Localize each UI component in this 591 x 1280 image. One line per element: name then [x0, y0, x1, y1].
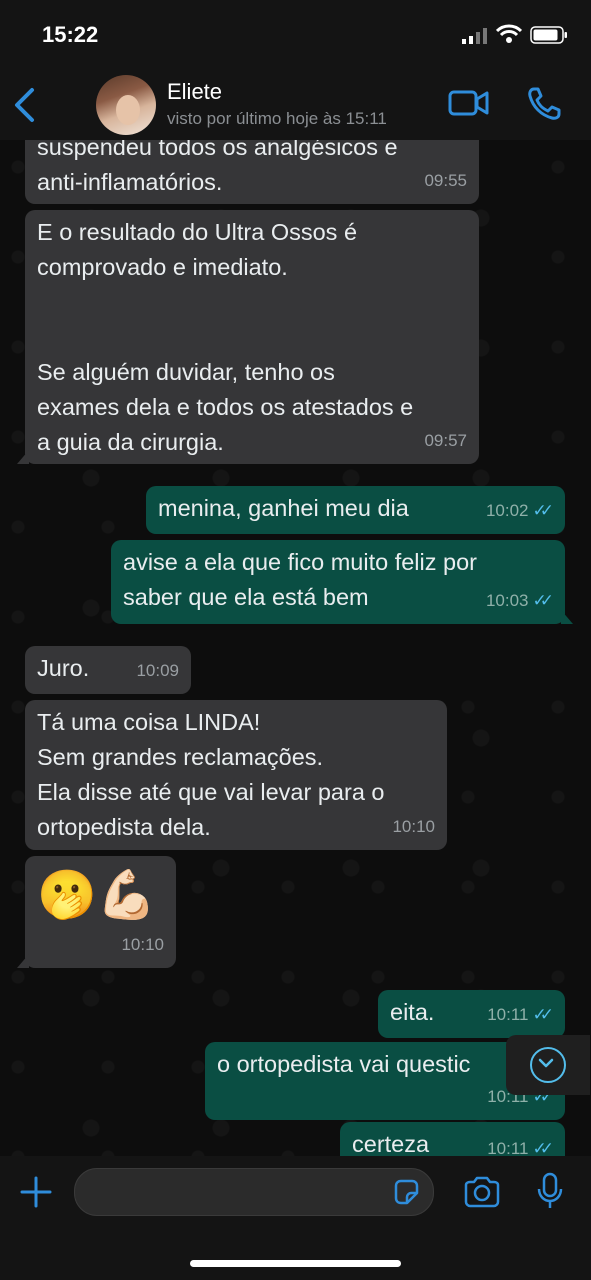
message-input[interactable] — [74, 1168, 434, 1216]
chevron-left-icon[interactable] — [12, 87, 36, 123]
message-emoji: 🫢💪🏻 — [37, 869, 157, 922]
message-input-bar — [0, 1156, 591, 1280]
double-check-icon: ✓✓ — [532, 1139, 554, 1156]
message-time: 10:10 — [121, 935, 164, 954]
message-bubble-outgoing[interactable]: certeza 10:11 ✓✓ — [340, 1122, 565, 1156]
cellular-signal-icon — [462, 28, 487, 44]
message-meta: 10:10 — [392, 809, 435, 844]
message-meta: 10:11 ✓✓ — [487, 997, 554, 1032]
double-check-icon: ✓✓ — [532, 591, 554, 610]
message-bubble-incoming[interactable]: suspendeu todos os analgésicos e anti-in… — [25, 140, 479, 204]
phone-icon[interactable] — [526, 86, 562, 122]
message-time: 10:11 — [487, 1005, 529, 1024]
message-time: 09:57 — [424, 431, 467, 450]
message-meta: 10:09 — [136, 653, 179, 688]
scroll-to-bottom-button[interactable] — [506, 1035, 590, 1095]
message-bubble-incoming[interactable]: Tá uma coisa LINDA! Sem grandes reclamaç… — [25, 700, 447, 850]
status-time: 15:22 — [42, 22, 99, 47]
message-time: 09:55 — [424, 171, 467, 190]
message-time: 10:11 — [487, 1139, 529, 1156]
home-indicator[interactable] — [190, 1260, 401, 1267]
message-meta: 09:55 — [424, 163, 467, 198]
sticker-icon[interactable] — [392, 1178, 420, 1206]
message-bubble-outgoing[interactable]: menina, ganhei meu dia 10:02 ✓✓ — [146, 486, 565, 534]
last-seen-status: visto por último hoje às 15:11 — [167, 109, 387, 128]
message-text: Tá uma coisa LINDA! Sem grandes reclamaç… — [37, 709, 385, 840]
message-meta: 09:57 — [424, 423, 467, 458]
chat-area[interactable]: suspendeu todos os analgésicos e anti-in… — [0, 140, 591, 1156]
double-check-icon: ✓✓ — [532, 501, 554, 520]
double-check-icon: ✓✓ — [532, 1005, 554, 1024]
message-bubble-incoming[interactable]: 🫢💪🏻 10:10 — [17, 856, 176, 968]
message-meta: 10:03 ✓✓ — [485, 583, 554, 618]
message-time: 10:10 — [392, 817, 435, 836]
message-meta: 10:02 ✓✓ — [485, 493, 554, 528]
message-text: E o resultado do Ultra Ossos é comprovad… — [37, 219, 414, 455]
plus-icon[interactable] — [20, 1176, 52, 1208]
microphone-icon[interactable] — [536, 1172, 564, 1210]
message-text: suspendeu todos os analgésicos e anti-in… — [37, 140, 398, 195]
message-time: 10:09 — [136, 661, 179, 680]
contact-name[interactable]: Eliete — [167, 79, 222, 105]
status-bar: 15:22 — [0, 0, 591, 70]
avatar[interactable] — [96, 75, 156, 135]
battery-icon — [530, 26, 567, 44]
message-meta: 10:10 — [121, 927, 164, 962]
message-meta: 10:11 ✓✓ — [487, 1131, 554, 1156]
message-time: 10:03 — [485, 591, 529, 610]
camera-icon[interactable] — [463, 1176, 501, 1208]
chat-header: Eliete visto por último hoje às 15:11 — [0, 70, 591, 140]
video-camera-icon[interactable] — [448, 88, 490, 118]
message-bubble-incoming[interactable]: Juro. 10:09 — [25, 646, 191, 694]
chevron-down-icon — [530, 1047, 566, 1083]
wifi-icon — [496, 24, 522, 43]
message-time: 10:02 — [485, 501, 529, 520]
message-bubble-incoming[interactable]: E o resultado do Ultra Ossos é comprovad… — [17, 210, 479, 464]
message-bubble-outgoing[interactable]: eita. 10:11 ✓✓ — [378, 990, 565, 1038]
message-bubble-outgoing[interactable]: avise a ela que fico muito feliz por sab… — [111, 540, 573, 624]
